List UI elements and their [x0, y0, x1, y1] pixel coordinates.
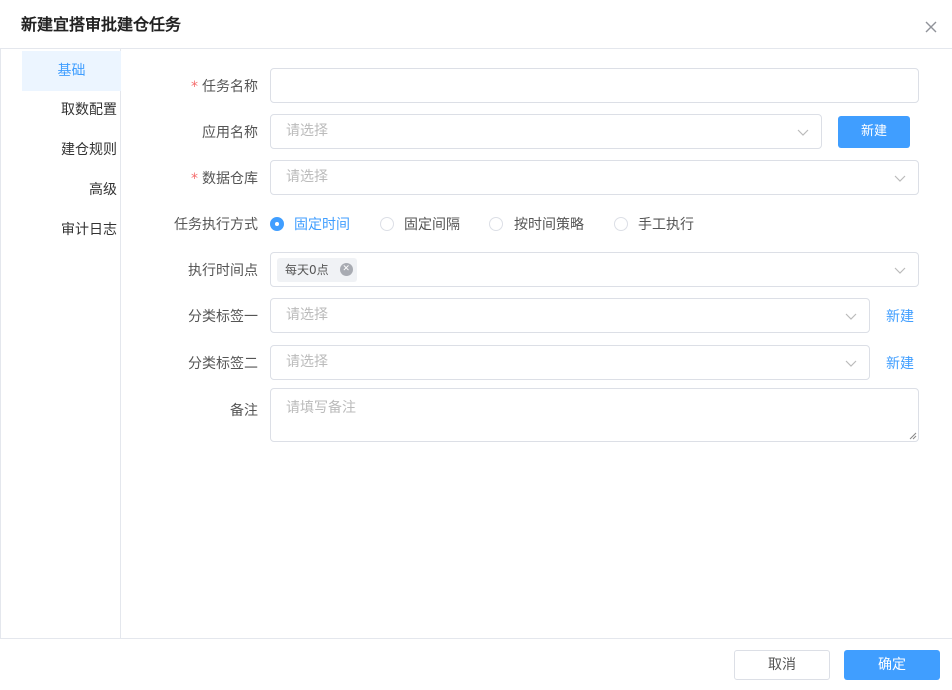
chevron-down-icon	[894, 267, 906, 274]
cancel-button[interactable]: 取消	[734, 650, 830, 680]
data-warehouse-label-text: 数据仓库	[202, 171, 258, 187]
category2-placeholder: 请选择	[286, 354, 328, 370]
exec-time-label: 执行时间点	[188, 263, 258, 279]
task-name-label: * 任务名称	[121, 76, 258, 96]
data-warehouse-select[interactable]: 请选择	[270, 160, 919, 195]
sidebar-nav: 基础 取数配置 建仓规则 高级 审计日志	[0, 49, 121, 638]
task-form: * 任务名称 应用名称 请选择 新建 * 数据仓库 请选择 任务执行方式 固定时间 …	[121, 49, 952, 638]
dialog-title: 新建宜搭审批建仓任务	[21, 15, 182, 34]
app-name-placeholder: 请选择	[286, 123, 328, 139]
sidebar-item-data-config[interactable]: 取数配置	[22, 90, 121, 130]
radio-time-policy[interactable]	[489, 217, 503, 231]
data-warehouse-placeholder: 请选择	[286, 169, 328, 185]
remark-label: 备注	[230, 403, 258, 419]
category2-label: 分类标签二	[188, 356, 258, 372]
chevron-down-icon	[845, 313, 857, 320]
category1-label: 分类标签一	[188, 309, 258, 325]
radio-time-policy-label[interactable]: 按时间策略	[514, 214, 584, 234]
tag-close-icon[interactable]: ✕	[339, 263, 353, 276]
category1-new-link[interactable]: 新建	[886, 306, 914, 326]
task-name-input[interactable]	[270, 68, 919, 103]
radio-fixed-time-label[interactable]: 固定时间	[294, 214, 350, 234]
app-name-label: 应用名称	[202, 125, 258, 141]
category2-select[interactable]: 请选择	[270, 345, 870, 380]
exec-time-tag-label: 每天0点	[285, 263, 329, 277]
required-mark: *	[191, 79, 198, 95]
sidebar-item-basic[interactable]: 基础	[22, 51, 121, 91]
category1-placeholder: 请选择	[286, 307, 328, 323]
task-name-label-text: 任务名称	[202, 79, 258, 95]
close-icon[interactable]	[924, 20, 938, 34]
chevron-down-icon	[797, 129, 809, 136]
chevron-down-icon	[845, 360, 857, 367]
exec-mode-label: 任务执行方式	[174, 217, 258, 233]
remark-textarea[interactable]: 请填写备注	[270, 388, 919, 442]
sidebar-item-audit-log[interactable]: 审计日志	[22, 210, 121, 250]
sidebar-item-advanced[interactable]: 高级	[22, 170, 121, 210]
radio-fixed-time[interactable]	[270, 217, 284, 231]
radio-fixed-interval[interactable]	[380, 217, 394, 231]
required-mark: *	[191, 171, 198, 187]
exec-time-tag: 每天0点 ✕	[277, 258, 357, 282]
app-name-select[interactable]: 请选择	[270, 114, 822, 149]
dialog-header: 新建宜搭审批建仓任务	[0, 0, 952, 49]
exec-time-select[interactable]: 每天0点 ✕	[270, 252, 919, 287]
dialog-footer: 取消 确定	[0, 638, 952, 690]
radio-manual-label[interactable]: 手工执行	[638, 214, 694, 234]
app-new-button[interactable]: 新建	[838, 116, 910, 148]
chevron-down-icon	[894, 175, 906, 182]
sidebar-item-build-rules[interactable]: 建仓规则	[22, 130, 121, 170]
data-warehouse-label: * 数据仓库	[121, 168, 258, 188]
category2-new-link[interactable]: 新建	[886, 353, 914, 373]
category1-select[interactable]: 请选择	[270, 298, 870, 333]
resize-handle-icon[interactable]	[909, 432, 917, 440]
confirm-button[interactable]: 确定	[844, 650, 940, 680]
radio-manual[interactable]	[614, 217, 628, 231]
radio-fixed-interval-label[interactable]: 固定间隔	[404, 214, 460, 234]
remark-placeholder: 请填写备注	[286, 400, 356, 416]
create-task-dialog: 新建宜搭审批建仓任务 基础 取数配置 建仓规则 高级 审计日志 * 任务名称 应用…	[0, 0, 952, 690]
